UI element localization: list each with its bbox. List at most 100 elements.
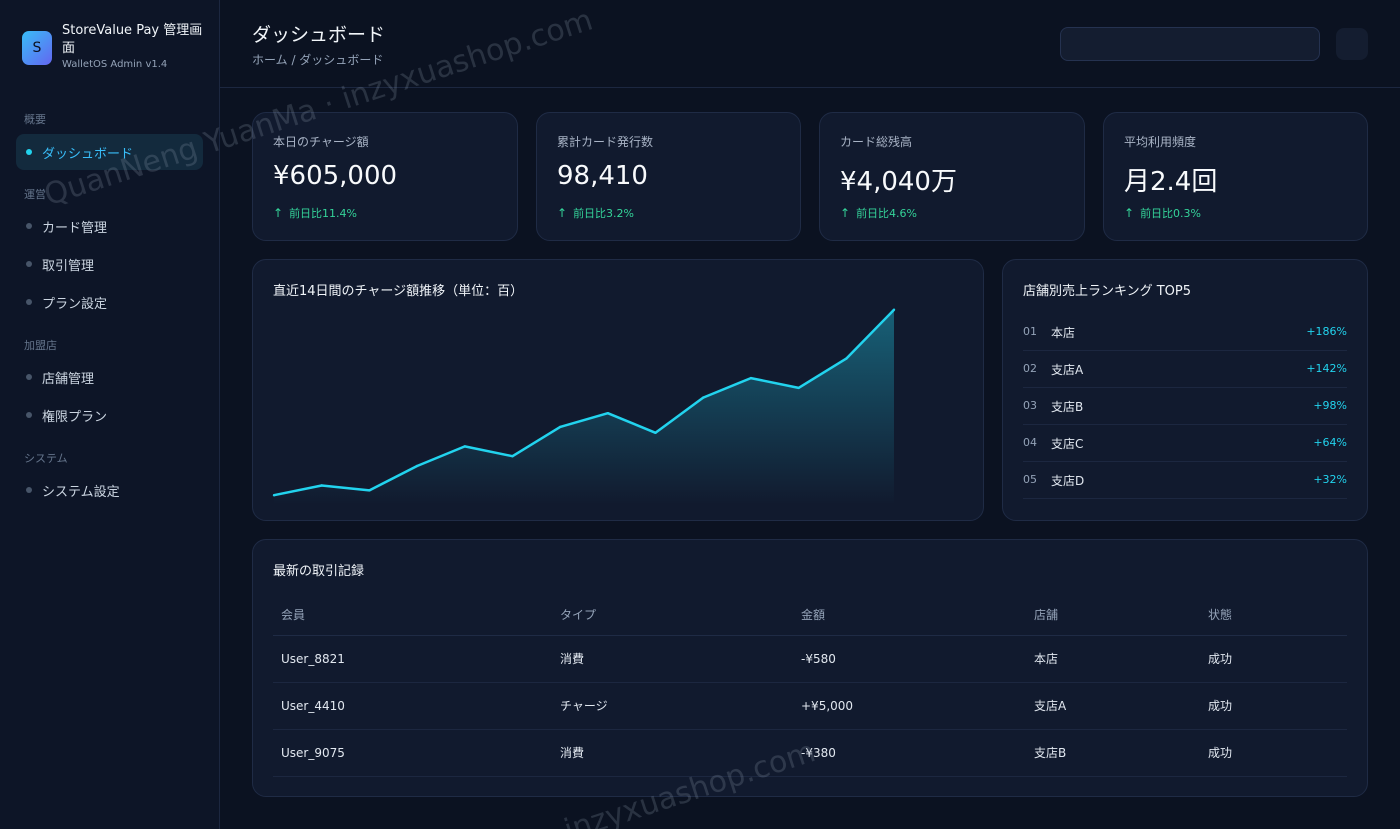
column-header: 会員 [273, 594, 552, 636]
header-action-button[interactable] [1336, 28, 1368, 60]
type-cell: 消費 [552, 635, 793, 683]
growth-percent: +64% [1313, 436, 1347, 449]
nav-section-overview: 概要 [24, 113, 46, 126]
sidebar-item-transactions[interactable]: 取引管理 [16, 246, 203, 282]
chart-point-4 [415, 464, 419, 468]
brand-logo: S [22, 31, 52, 65]
sidebar-item-plans[interactable]: プラン設定 [16, 284, 203, 320]
transactions-table: 会員 タイプ 金額 店舗 状態 User_8821 消費 -¥580 本店 成功… [273, 594, 1347, 777]
brand: S StoreValue Pay 管理画面 WalletOS Admin v1.… [22, 22, 212, 74]
chart-point-14 [892, 308, 896, 311]
table-header-row: 会員 タイプ 金額 店舗 状態 [273, 594, 1347, 636]
nav-dot-icon [26, 223, 32, 229]
member-cell: User_9075 [273, 729, 552, 777]
table-row[interactable]: User_4410 チャージ +¥5,000 支店A 成功 [273, 682, 1347, 730]
sidebar-item-dashboard[interactable]: ダッシュボード [16, 134, 203, 170]
stat-trend: ↑ 前日比11.4% [273, 205, 357, 221]
table-row[interactable]: User_9075 消費 -¥380 支店B 成功 [273, 729, 1347, 777]
rank-number: 05 [1023, 473, 1037, 486]
type-cell: チャージ [552, 682, 793, 730]
sidebar-item-permissions[interactable]: 権限プラン [16, 397, 203, 433]
stat-value: 月2.4回 [1124, 167, 1218, 197]
stat-trend-text: 前日比11.4% [289, 207, 358, 220]
rank-number: 03 [1023, 399, 1037, 412]
chart-area-fill [274, 309, 894, 505]
sidebar-item-label: 権限プラン [42, 409, 108, 425]
store-name: 本店 [1051, 326, 1076, 340]
store-name: 支店A [1051, 363, 1084, 377]
chart-point-13 [845, 357, 848, 360]
status-badge: 成功 [1200, 729, 1347, 777]
growth-percent: +98% [1313, 399, 1347, 412]
nav-dot-icon [26, 299, 32, 305]
chart-point-6 [511, 454, 514, 458]
breadcrumb[interactable]: ホーム / ダッシュボード [252, 51, 383, 68]
ranking-row[interactable]: 02 支店A +142% [1023, 351, 1347, 388]
nav-section-merchants: 加盟店 [24, 339, 57, 352]
growth-percent: +142% [1306, 362, 1347, 375]
chart-point-2 [320, 484, 323, 487]
chart-point-10 [702, 396, 705, 399]
transactions-card: 最新の取引記録 会員 タイプ 金額 店舗 状態 User_8821 消費 -¥5… [252, 539, 1368, 797]
rank-number: 02 [1023, 362, 1037, 375]
sidebar-item-system-settings[interactable]: システム設定 [16, 472, 203, 508]
stat-trend: ↑ 前日比4.6% [840, 205, 917, 221]
column-header: 状態 [1200, 594, 1347, 636]
sidebar-item-label: システム設定 [42, 484, 120, 500]
store-name: 支店B [1051, 400, 1084, 414]
column-header: 金額 [793, 594, 1026, 636]
stat-trend: ↑ 前日比3.2% [557, 205, 634, 221]
store-cell: 支店A [1026, 682, 1200, 730]
ranking-row[interactable]: 04 支店C +64% [1023, 425, 1347, 462]
sidebar-item-label: 取引管理 [42, 258, 95, 274]
brand-subtitle: WalletOS Admin v1.4 [62, 59, 168, 70]
stat-trend-text: 前日比4.6% [856, 207, 918, 220]
ranking-row[interactable]: 03 支店B +98% [1023, 388, 1347, 425]
arrow-up-icon: ↑ [273, 206, 284, 220]
page-header: ダッシュボード ホーム / ダッシュボード [220, 0, 1400, 88]
store-name: 支店C [1051, 437, 1084, 451]
chart-point-1 [272, 494, 276, 497]
sidebar-item-label: ダッシュボード [42, 146, 134, 162]
sidebar-item-label: カード管理 [42, 220, 108, 236]
chart-point-3 [368, 489, 371, 492]
stat-card-total-balance: カード総残高 ¥4,040万 ↑ 前日比4.6% [819, 112, 1085, 241]
arrow-up-icon: ↑ [557, 206, 568, 220]
stat-trend-text: 前日比3.2% [573, 207, 635, 220]
nav-dot-icon [26, 412, 32, 418]
chart-point-5 [463, 445, 466, 448]
stat-value: ¥4,040万 [840, 167, 957, 197]
stat-trend-text: 前日比0.3% [1140, 207, 1202, 220]
nav-dot-icon [26, 261, 32, 267]
ranking-list: 01 本店 +186% 02 支店A +142% 03 支店B +98% 04 … [1023, 314, 1347, 499]
search-input[interactable] [1060, 27, 1320, 61]
nav-dot-icon [26, 149, 32, 155]
charge-trend-chart [272, 308, 896, 505]
amount-cell: -¥580 [793, 635, 1026, 683]
ranking-row[interactable]: 01 本店 +186% [1023, 314, 1347, 351]
ranking-card: 店舗別売上ランキング TOP5 01 本店 +186% 02 支店A +142%… [1002, 259, 1368, 521]
arrow-up-icon: ↑ [840, 206, 851, 220]
stat-label: 本日のチャージ額 [273, 135, 369, 149]
sidebar-item-label: プラン設定 [42, 296, 108, 312]
table-row[interactable]: User_8821 消費 -¥580 本店 成功 [273, 635, 1347, 683]
stat-label: 平均利用頻度 [1124, 135, 1197, 149]
nav-section-system: システム [24, 452, 68, 465]
chart-point-9 [654, 431, 657, 434]
stat-card-avg-frequency: 平均利用頻度 月2.4回 ↑ 前日比0.3% [1103, 112, 1368, 241]
amount-cell: +¥5,000 [793, 682, 1026, 730]
status-badge: 成功 [1200, 682, 1347, 730]
sidebar-item-stores[interactable]: 店舗管理 [16, 359, 203, 395]
sidebar-item-cards[interactable]: カード管理 [16, 208, 203, 244]
column-header: タイプ [552, 594, 793, 636]
growth-percent: +32% [1313, 473, 1347, 486]
nav-section-operations: 運営 [24, 188, 46, 201]
nav-dot-icon [26, 487, 32, 493]
chart-point-12 [797, 386, 800, 390]
store-cell: 本店 [1026, 635, 1200, 683]
chart-point-7 [558, 425, 562, 429]
stat-card-today-charge: 本日のチャージ額 ¥605,000 ↑ 前日比11.4% [252, 112, 518, 241]
chart-point-8 [606, 412, 610, 415]
ranking-row[interactable]: 05 支店D +32% [1023, 462, 1347, 499]
stat-trend: ↑ 前日比0.3% [1124, 205, 1201, 221]
